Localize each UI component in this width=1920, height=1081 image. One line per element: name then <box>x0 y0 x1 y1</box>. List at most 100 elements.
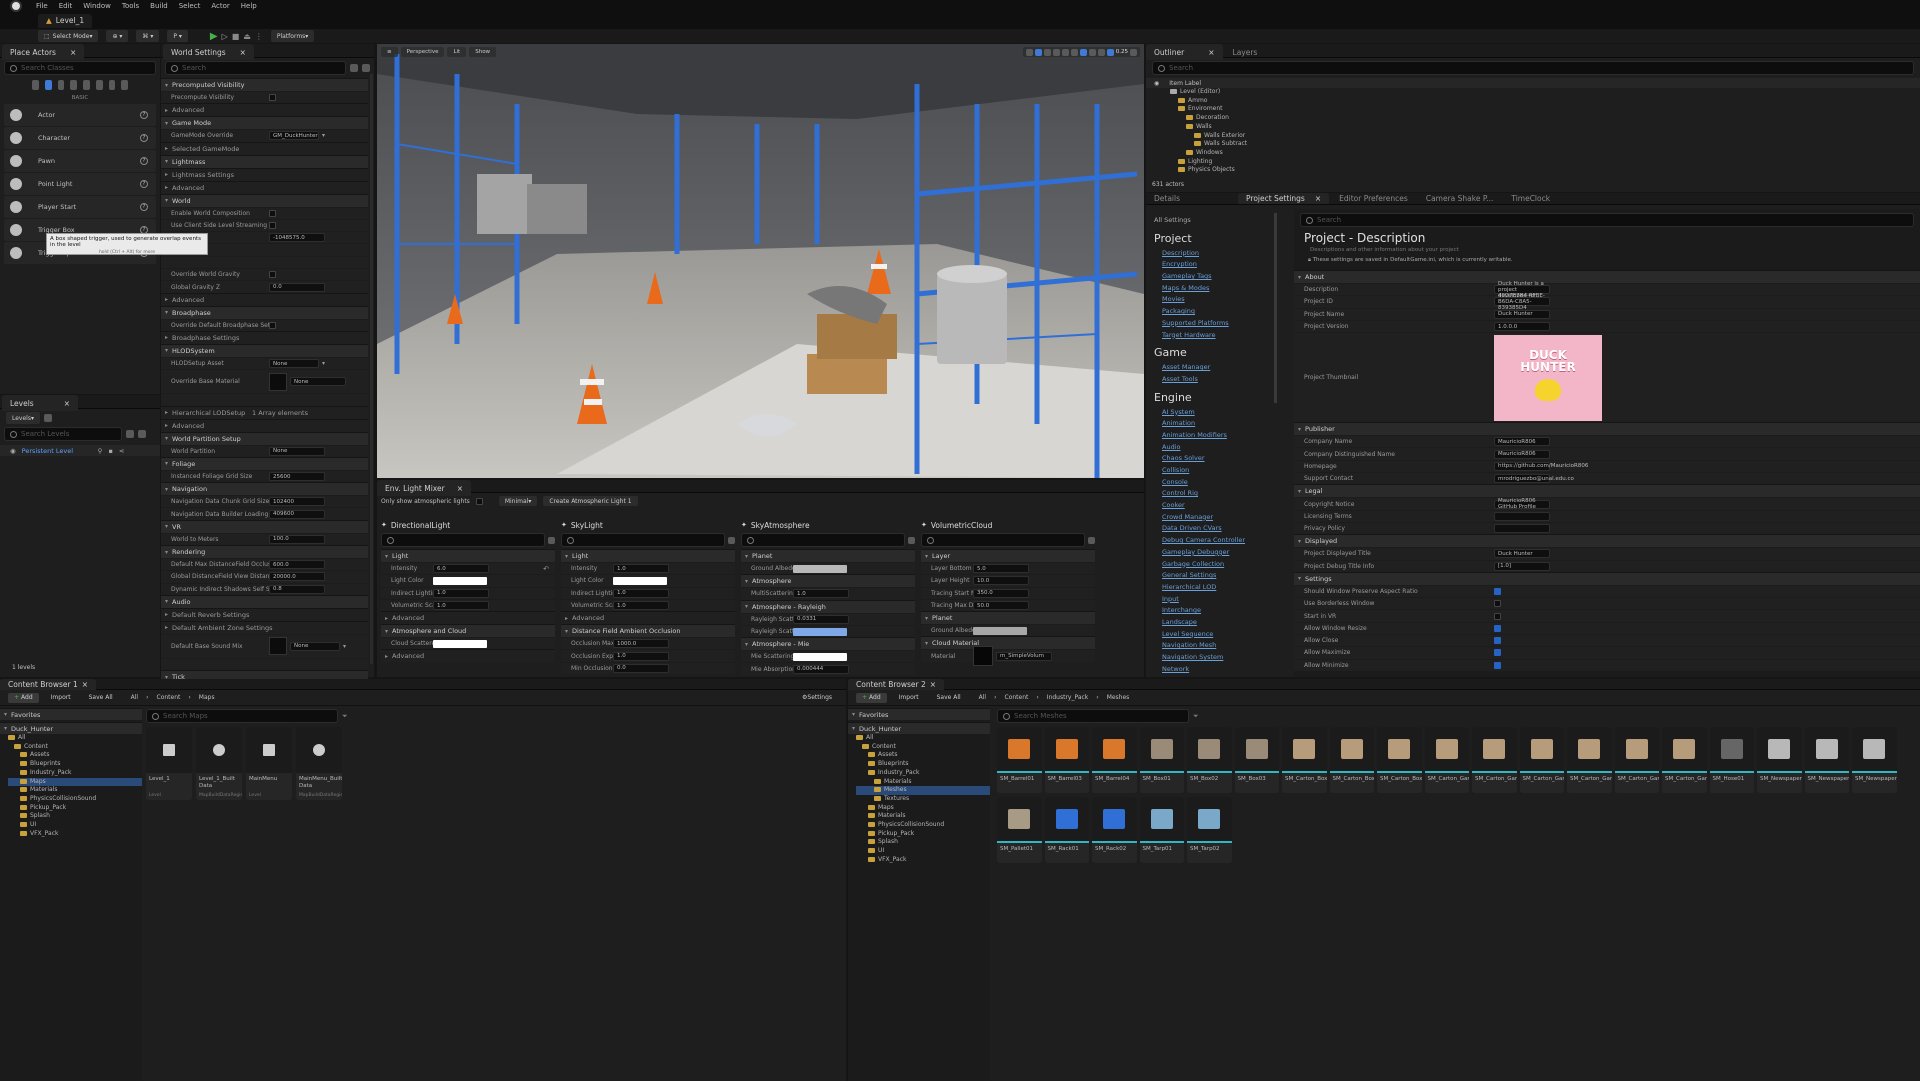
property-checkbox[interactable] <box>269 222 276 230</box>
breadcrumb-item[interactable]: Content <box>157 694 181 701</box>
color-swatch[interactable] <box>613 576 667 585</box>
search-levels-input[interactable]: Search Levels <box>4 427 122 441</box>
folder-item[interactable]: Blueprints <box>856 760 990 769</box>
section-audio[interactable]: Audio <box>161 594 368 608</box>
breadcrumb-item[interactable]: All <box>131 694 138 701</box>
property-value[interactable]: 25600 <box>269 472 325 481</box>
rotate-icon[interactable] <box>1043 48 1051 56</box>
property-value[interactable]: 50.0 <box>973 601 1029 611</box>
outliner-item[interactable]: Level (Editor) <box>1170 88 1920 97</box>
nav-link-level-sequence[interactable]: Level Sequence <box>1154 629 1279 641</box>
breadcrumb-item[interactable]: Content <box>1005 694 1029 701</box>
close-icon[interactable]: × <box>1315 194 1321 203</box>
section-light[interactable]: Light <box>561 549 735 562</box>
filter-icon[interactable]: ⏷ <box>342 712 348 721</box>
select-mode-button[interactable]: ⬚ Select Mode ▾ <box>38 30 99 42</box>
actor-item-player-start[interactable]: Player Start? <box>4 196 156 218</box>
property-checkbox[interactable] <box>1494 637 1501 645</box>
property-checkbox[interactable] <box>1494 588 1501 595</box>
property-value[interactable]: 1.0 <box>613 601 669 611</box>
blueprint-button[interactable]: ⌘ ▾ <box>136 30 160 42</box>
help-icon[interactable]: ? <box>140 111 148 119</box>
property-value[interactable]: 5.0 <box>973 564 1029 574</box>
visual-effects-icon[interactable] <box>83 80 90 90</box>
folder-item[interactable]: Textures <box>856 795 990 804</box>
outliner-search[interactable]: Search <box>1152 61 1914 75</box>
asset-thumbnail[interactable] <box>269 637 287 656</box>
property-checkbox[interactable] <box>1494 612 1501 620</box>
section-precomputed-visibility[interactable]: Precomputed Visibility <box>161 78 368 91</box>
color-swatch[interactable] <box>793 564 847 573</box>
nav-link-packaging[interactable]: Packaging <box>1154 306 1279 318</box>
tab-details[interactable]: Details <box>1146 193 1188 204</box>
section-light[interactable]: Light <box>381 549 555 562</box>
help-icon[interactable]: ? <box>140 134 148 142</box>
asset-tile[interactable]: SM_Box01 <box>1139 727 1184 793</box>
add-content-button[interactable]: ⊕ ▾ <box>106 30 129 42</box>
mixer-search[interactable] <box>741 533 905 547</box>
nav-link-ai-system[interactable]: AI System <box>1154 407 1279 419</box>
tab-project-settings[interactable]: Project Settings × <box>1238 193 1330 204</box>
section-advanced[interactable]: Advanced <box>381 611 555 625</box>
property-value[interactable]: 0.0331 <box>793 614 849 624</box>
property-value[interactable]: 10.0 <box>973 576 1029 586</box>
asset-tile[interactable]: SM_Carton_Garbage07 <box>1567 727 1612 793</box>
section-game-mode[interactable]: Game Mode <box>161 116 368 130</box>
section-distance-field-ambient-occlusion[interactable]: Distance Field Ambient Occlusion <box>561 624 735 638</box>
dropdown-arrow-icon[interactable]: ▾ <box>322 360 325 367</box>
section-selected-gamemode[interactable]: Selected GameMode <box>161 141 368 155</box>
nav-link-animation[interactable]: Animation <box>1154 418 1279 430</box>
property-checkbox[interactable] <box>269 321 276 329</box>
asset-tile[interactable]: Level_1_Built Data MapBuildDataRegistry <box>196 727 242 800</box>
asset-tile[interactable]: Level_1 Level <box>146 727 192 800</box>
property-value[interactable]: Duck Hunter <box>1494 549 1550 559</box>
property-value[interactable]: 102400 <box>269 497 325 507</box>
add-level-icon[interactable] <box>126 430 134 438</box>
material-thumbnail[interactable] <box>973 646 993 667</box>
nav-link-asset-tools[interactable]: Asset Tools <box>1154 374 1279 386</box>
section-publisher[interactable]: Publisher <box>1294 422 1920 436</box>
save-level-icon[interactable]: ▪ <box>108 447 112 455</box>
folder-item[interactable]: Materials <box>856 778 990 787</box>
asset-tile[interactable]: SM_Rack01 <box>1044 797 1089 863</box>
asset-tile[interactable]: SM_Tarp02 <box>1187 797 1232 863</box>
property-value[interactable]: m_SimpleVolum <box>996 651 1052 661</box>
outliner-item[interactable]: Walls Subtract <box>1170 140 1920 149</box>
asset-tile[interactable]: SM_Barrel03 <box>1044 727 1089 793</box>
menu-window[interactable]: Window <box>83 2 111 10</box>
surface-snap-icon[interactable] <box>1070 48 1078 56</box>
section-world-partition-setup[interactable]: World Partition Setup <box>161 431 368 445</box>
asset-tile[interactable]: SM_Pallet01 <box>997 797 1042 863</box>
folder-item[interactable]: Splash <box>8 812 142 821</box>
tab-editor-preferences[interactable]: Editor Preferences <box>1331 193 1416 204</box>
section-legal[interactable]: Legal <box>1294 484 1920 498</box>
menu-tools[interactable]: Tools <box>122 2 139 10</box>
cb1-save-all-button[interactable]: Save All <box>83 693 119 703</box>
section-vr[interactable]: VR <box>161 519 368 533</box>
property-checkbox[interactable] <box>1494 624 1501 632</box>
property-value[interactable]: [1.0] <box>1494 561 1550 571</box>
property-checkbox[interactable] <box>269 271 276 279</box>
camera-speed-icon[interactable] <box>1106 48 1114 56</box>
play-options-icon[interactable]: ▷ <box>222 32 228 41</box>
nav-link-description[interactable]: Description <box>1154 248 1279 260</box>
section-hlodsystem[interactable]: HLODSystem <box>161 343 368 357</box>
folder-item[interactable]: Industry_Pack <box>8 769 142 778</box>
outliner-tab[interactable]: Outliner × <box>1146 44 1223 60</box>
asset-thumbnail[interactable] <box>269 372 287 391</box>
nav-link-supported-platforms[interactable]: Supported Platforms <box>1154 318 1279 330</box>
section-advanced[interactable]: Advanced <box>161 292 368 306</box>
lock-icon[interactable]: ⚲ <box>98 447 103 455</box>
folder-item[interactable]: PhysicsCollisionSound <box>8 795 142 804</box>
nav-link-asset-manager[interactable]: Asset Manager <box>1154 362 1279 374</box>
outliner-item[interactable]: Windows <box>1170 149 1920 158</box>
menu-build[interactable]: Build <box>150 2 168 10</box>
section-default-reverb-settings[interactable]: Default Reverb Settings <box>161 607 368 621</box>
property-value[interactable]: 1.0.0.0 <box>1494 322 1550 332</box>
property-value[interactable]: 0.000444 <box>793 664 849 674</box>
nav-link-animation-modifiers[interactable]: Animation Modifiers <box>1154 430 1279 442</box>
property-value[interactable]: -1048575.0 <box>269 233 325 243</box>
nav-link-target-hardware[interactable]: Target Hardware <box>1154 330 1279 342</box>
nav-link-navigation-system[interactable]: Navigation System <box>1154 652 1279 664</box>
asset-tile[interactable]: SM_Carton_Box03 <box>1377 727 1422 793</box>
